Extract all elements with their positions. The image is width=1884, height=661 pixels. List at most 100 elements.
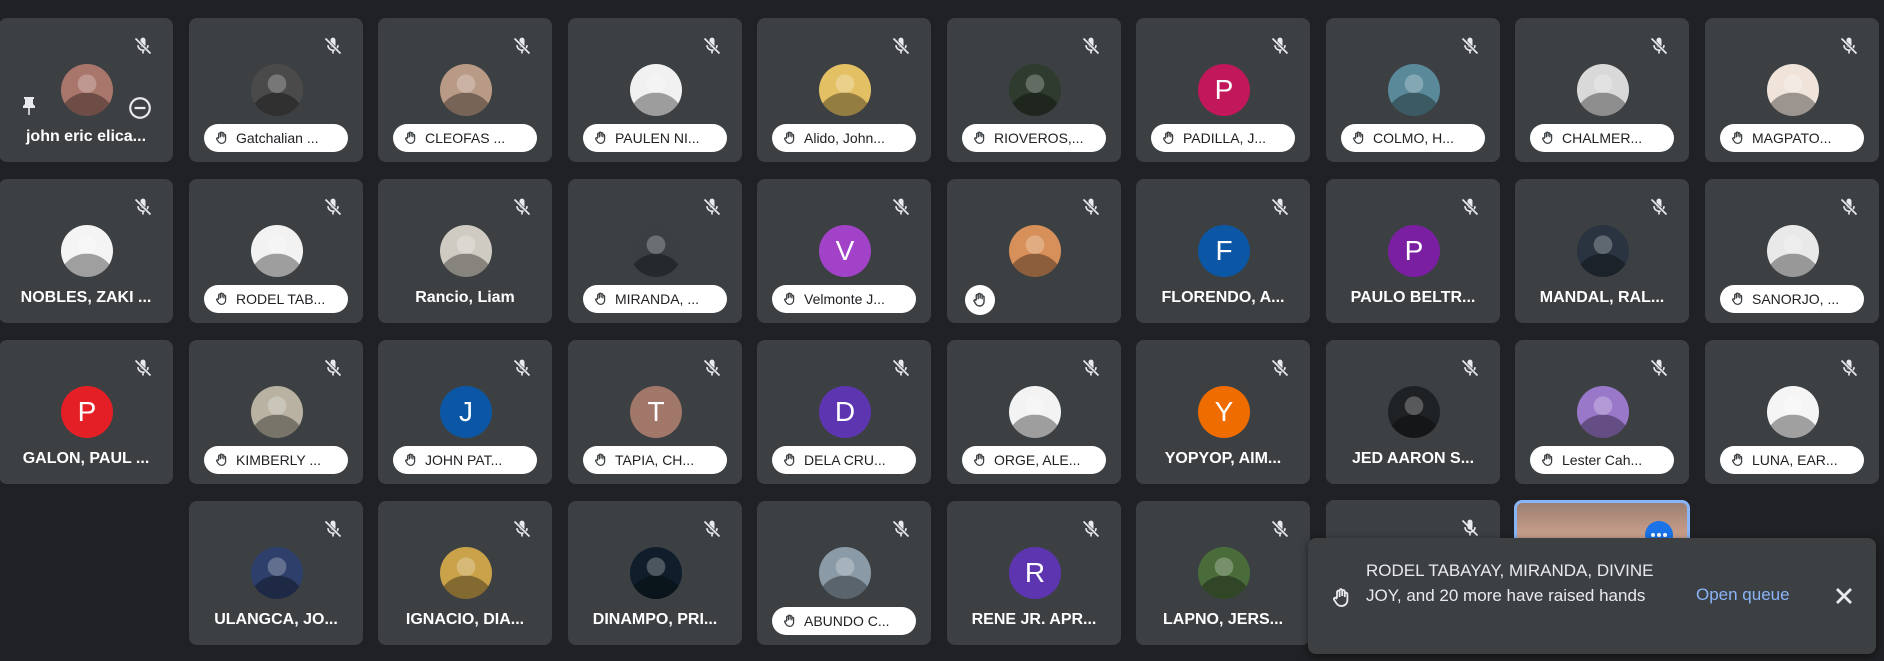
mic-off-icon — [134, 198, 152, 216]
mic-off-icon — [892, 359, 910, 377]
participant-tile[interactable]: Alido, John... — [757, 18, 931, 162]
raised-hand-icon — [784, 131, 795, 144]
participant-tile[interactable]: R RENE JR. APR... — [947, 501, 1121, 645]
mic-off-icon — [1082, 359, 1100, 377]
avatar — [440, 225, 492, 277]
raised-hands-toast: RODEL TABAYAY, MIRANDA, DIVINE JOY, and … — [1308, 538, 1876, 654]
participant-name: FLORENDO, A... — [1161, 289, 1285, 306]
mic-off-icon — [324, 37, 342, 55]
participant-tile[interactable]: KIMBERLY ... — [189, 340, 363, 484]
mic-off-icon — [1650, 359, 1668, 377]
raised-hand-icon — [216, 131, 227, 144]
mic-off-icon — [1271, 520, 1289, 538]
participant-tile[interactable]: DINAMPO, PRI... — [568, 501, 742, 645]
raised-hand-icon — [784, 453, 795, 466]
avatar: V — [819, 225, 871, 277]
mic-off-icon — [703, 359, 721, 377]
open-queue-button[interactable]: Open queue — [1696, 585, 1790, 605]
raised-hand-icon — [974, 453, 985, 466]
raised-hand-icon — [405, 453, 416, 466]
raised-hand-icon — [405, 131, 416, 144]
participant-tile[interactable]: Y YOPYOP, AIM... — [1136, 340, 1310, 484]
participant-name: PAULO BELTR... — [1350, 289, 1476, 306]
participant-tile[interactable]: ORGE, ALE... — [947, 340, 1121, 484]
mic-off-icon — [324, 198, 342, 216]
participant-name: JED AARON S... — [1351, 450, 1475, 467]
mic-off-icon — [1840, 198, 1858, 216]
participant-tile[interactable]: LUNA, EAR... — [1705, 340, 1879, 484]
mic-off-icon — [703, 198, 721, 216]
participant-name: RENE JR. APR... — [971, 611, 1097, 628]
participant-tile[interactable]: V Velmonte J... — [757, 179, 931, 323]
name-pill: ORGE, ALE... — [962, 446, 1106, 474]
participant-name: PAULEN NI... — [615, 130, 700, 146]
avatar — [1767, 64, 1819, 116]
participant-name: ULANGCA, JO... — [214, 611, 338, 628]
avatar: J — [440, 386, 492, 438]
mic-off-icon — [513, 359, 531, 377]
mic-off-icon — [1650, 198, 1668, 216]
name-pill: CLEOFAS ... — [393, 124, 537, 152]
participant-tile[interactable]: Rancio, Liam — [378, 179, 552, 323]
participant-tile[interactable]: F FLORENDO, A... — [1136, 179, 1310, 323]
participant-tile[interactable] — [947, 179, 1121, 323]
participant-tile[interactable]: CHALMER... — [1515, 18, 1689, 162]
participant-tile[interactable]: T TAPIA, CH... — [568, 340, 742, 484]
name-pill: PADILLA, J... — [1151, 124, 1295, 152]
name-pill: JOHN PAT... — [393, 446, 537, 474]
mic-off-icon — [1271, 37, 1289, 55]
participant-tile[interactable]: P PADILLA, J... — [1136, 18, 1310, 162]
participant-name: MIRANDA, ... — [615, 291, 700, 307]
participant-tile[interactable]: LAPNO, JERS... — [1136, 501, 1310, 645]
avatar: T — [630, 386, 682, 438]
raised-hand-icon — [216, 453, 227, 466]
participant-name: COLMO, H... — [1373, 130, 1454, 146]
remove-icon[interactable] — [127, 95, 153, 121]
participant-tile[interactable]: SANORJO, ... — [1705, 179, 1879, 323]
participant-tile[interactable]: D DELA CRU... — [757, 340, 931, 484]
name-pill: MAGPATO... — [1720, 124, 1864, 152]
participant-name: IGNACIO, DIA... — [405, 611, 525, 628]
pin-icon[interactable] — [17, 95, 41, 119]
mic-off-icon — [1840, 37, 1858, 55]
raised-hands-message: RODEL TABAYAY, MIRANDA, DIVINE JOY, and … — [1366, 561, 1654, 605]
raised-hand-icon — [595, 292, 606, 305]
participant-tile[interactable]: IGNACIO, DIA... — [378, 501, 552, 645]
participant-tile[interactable]: P GALON, PAUL ... — [0, 340, 173, 484]
participant-tile[interactable]: MAGPATO... — [1705, 18, 1879, 162]
participant-name: RODEL TAB... — [236, 291, 326, 307]
mic-off-icon — [324, 359, 342, 377]
participant-tile[interactable]: MIRANDA, ... — [568, 179, 742, 323]
participant-name: MAGPATO... — [1752, 130, 1832, 146]
close-icon[interactable] — [1830, 582, 1858, 610]
participant-tile[interactable]: NOBLES, ZAKI ... — [0, 179, 173, 323]
participant-name: MANDAL, RAL... — [1539, 289, 1665, 306]
name-pill: ABUNDO C... — [772, 607, 916, 635]
avatar — [819, 547, 871, 599]
avatar: R — [1009, 547, 1061, 599]
participant-tile[interactable]: COLMO, H... — [1326, 18, 1500, 162]
participant-tile[interactable]: Lester Cah... — [1515, 340, 1689, 484]
mic-off-icon — [1082, 37, 1100, 55]
participant-tile[interactable]: MANDAL, RAL... — [1515, 179, 1689, 323]
participant-tile[interactable]: JED AARON S... — [1326, 340, 1500, 484]
participant-tile[interactable]: john eric elica... — [0, 18, 173, 162]
name-pill: Lester Cah... — [1530, 446, 1674, 474]
participant-tile[interactable]: P PAULO BELTR... — [1326, 179, 1500, 323]
participant-tile[interactable]: CLEOFAS ... — [378, 18, 552, 162]
avatar: Y — [1198, 386, 1250, 438]
participant-tile[interactable]: Gatchalian ... — [189, 18, 363, 162]
participant-tile[interactable]: J JOHN PAT... — [378, 340, 552, 484]
participant-tile[interactable]: RIOVEROS,... — [947, 18, 1121, 162]
participant-tile[interactable]: ULANGCA, JO... — [189, 501, 363, 645]
mic-off-icon — [1461, 359, 1479, 377]
name-pill: Velmonte J... — [772, 285, 916, 313]
raised-hand-icon — [974, 131, 985, 144]
participant-tile[interactable]: PAULEN NI... — [568, 18, 742, 162]
participant-name: SANORJO, ... — [1752, 291, 1840, 307]
name-pill: LUNA, EAR... — [1720, 446, 1864, 474]
participant-tile[interactable]: RODEL TAB... — [189, 179, 363, 323]
avatar: D — [819, 386, 871, 438]
participant-tile[interactable]: ABUNDO C... — [757, 501, 931, 645]
avatar — [1767, 225, 1819, 277]
